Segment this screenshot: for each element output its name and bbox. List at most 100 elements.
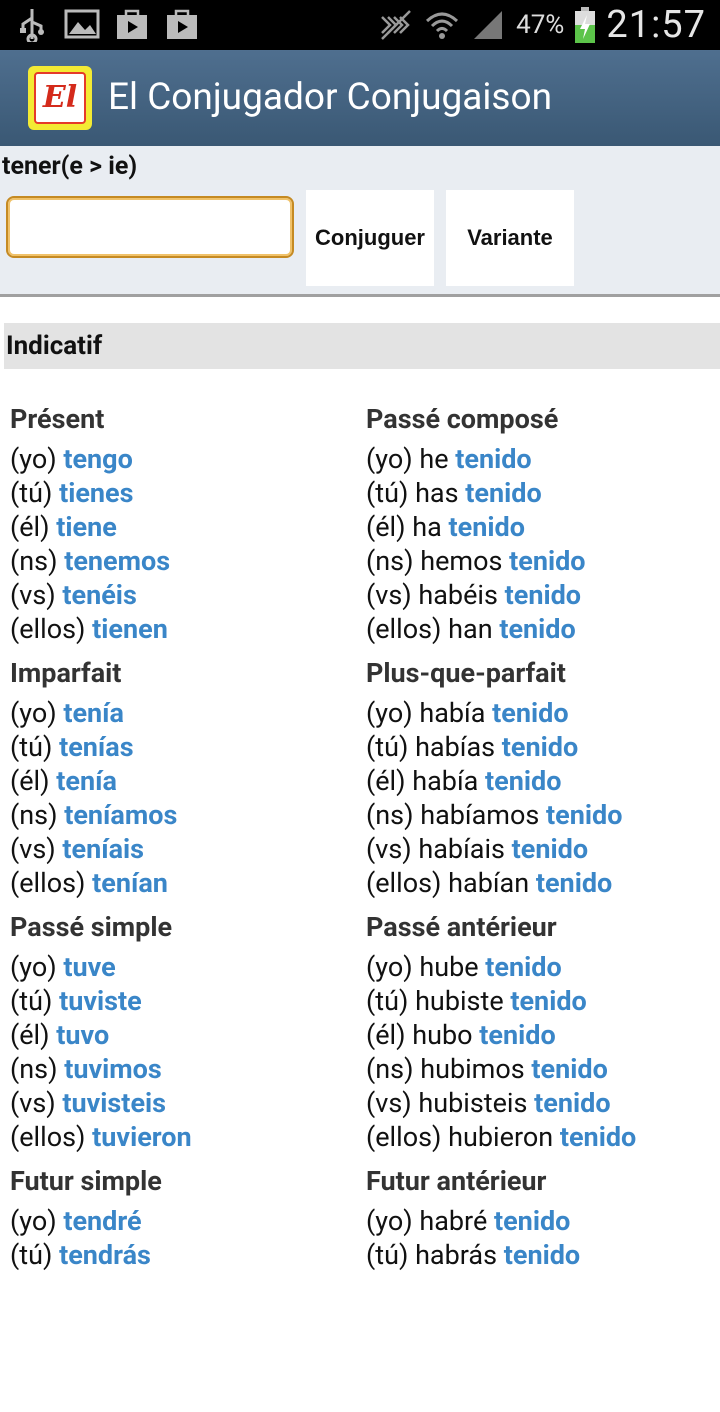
verb-form: tenido xyxy=(535,867,613,899)
pronoun: (ns) xyxy=(10,799,58,831)
auxiliary: habíamos xyxy=(420,799,540,831)
play-store-icon xyxy=(117,9,147,39)
conjugation-row: (vs) habíais tenido xyxy=(366,832,716,866)
pronoun: (él) xyxy=(366,765,406,797)
auxiliary: hubiste xyxy=(415,985,504,1017)
verb-form: tenido xyxy=(448,511,525,543)
pronoun: (tú) xyxy=(366,985,409,1017)
pronoun: (yo) xyxy=(366,951,413,983)
auxiliary: había xyxy=(412,765,479,797)
conjugation-row: (él) tiene xyxy=(10,510,360,544)
tense-title: Plus-que-parfait xyxy=(366,657,566,689)
verb-form: tenía xyxy=(63,697,124,729)
verb-form: tienen xyxy=(92,613,168,645)
status-bar: 47% 21:57 xyxy=(0,0,720,50)
conjugation-row: (yo) tenía xyxy=(10,696,360,730)
pronoun: (vs) xyxy=(366,1087,412,1119)
variant-button[interactable]: Variante xyxy=(446,190,574,286)
verb-form: tenido xyxy=(501,731,579,763)
tense-block: Imparfait (yo) tenía (tú) tenías (él) tenía… xyxy=(10,650,360,904)
tense-block: Plus-que-parfait (yo) había tenido (tú) ha… xyxy=(366,650,716,904)
tense-block: Futur simple (yo) tendré (tú) tendrás xyxy=(10,1158,360,1412)
conjugation-row: (ellos) habían tenido xyxy=(366,866,716,900)
verb-form: tenido xyxy=(534,1087,611,1119)
auxiliary: habían xyxy=(448,867,530,899)
auxiliary: habías xyxy=(415,731,496,763)
pronoun: (ns) xyxy=(366,799,414,831)
conjugation-row: (ns) hemos tenido xyxy=(366,544,716,578)
verb-form: tenido xyxy=(493,1205,571,1237)
action-bar: El El Conjugador Conjugaison xyxy=(0,50,720,146)
conjugation-row: (yo) tuve xyxy=(10,950,360,984)
conjugation-row: (ellos) tuvieron xyxy=(10,1120,360,1154)
verb-form: tenido xyxy=(465,477,542,509)
wifi-icon xyxy=(426,12,459,39)
auxiliary: habíais xyxy=(418,833,505,865)
conjugation-row: (ellos) tienen xyxy=(10,612,360,646)
verb-form: tenido xyxy=(559,1121,637,1153)
auxiliary: hemos xyxy=(420,545,503,577)
pronoun: (ellos) xyxy=(366,867,442,899)
app-logo[interactable]: El xyxy=(28,66,92,130)
verb-label: tener(e > ie) xyxy=(2,152,138,181)
auxiliary: hubo xyxy=(412,1019,473,1051)
verb-form: tenido xyxy=(503,1239,581,1271)
verb-form: tenido xyxy=(546,799,623,831)
tense-title: Présent xyxy=(10,403,105,435)
pronoun: (él) xyxy=(10,511,50,543)
verb-input[interactable] xyxy=(6,196,294,258)
pronoun: (vs) xyxy=(366,579,412,611)
pronoun: (ellos) xyxy=(10,613,86,645)
pronoun: (vs) xyxy=(10,833,56,865)
conjugation-row: (él) ha tenido xyxy=(366,510,716,544)
pronoun: (ns) xyxy=(10,1053,58,1085)
conjugation-row: (vs) habéis tenido xyxy=(366,578,716,612)
conjugation-row: (ellos) tenían xyxy=(10,866,360,900)
conjugation-row: (ns) tuvimos xyxy=(10,1052,360,1086)
pronoun: (tú) xyxy=(10,731,53,763)
pronoun: (ellos) xyxy=(10,867,86,899)
auxiliary: hubieron xyxy=(448,1121,554,1153)
verb-form: tenido xyxy=(485,951,562,983)
conjugation-row: (yo) había tenido xyxy=(366,696,716,730)
conjugation-row: (ellos) han tenido xyxy=(366,612,716,646)
pronoun: (yo) xyxy=(10,443,57,475)
tense-title: Passé composé xyxy=(366,403,559,435)
verb-form: tenido xyxy=(509,545,586,577)
pronoun: (yo) xyxy=(10,697,57,729)
verb-form: tenían xyxy=(92,867,168,899)
conjugation-row: (ns) teníamos xyxy=(10,798,360,832)
app-logo-text: El xyxy=(34,72,86,124)
conjugation-row: (tú) tuviste xyxy=(10,984,360,1018)
conjugation-row: (vs) hubisteis tenido xyxy=(366,1086,716,1120)
shopping-bag-icon xyxy=(167,9,197,39)
conjugation-row: (vs) tenéis xyxy=(10,578,360,612)
pronoun: (él) xyxy=(10,765,50,797)
conjugation-row: (tú) habías tenido xyxy=(366,730,716,764)
verb-form: tuviste xyxy=(59,985,142,1017)
pronoun: (tú) xyxy=(10,985,53,1017)
conjugation-row: (vs) tuvisteis xyxy=(10,1086,360,1120)
auxiliary: ha xyxy=(412,511,442,543)
auxiliary: he xyxy=(419,443,449,475)
conjugation-row: (vs) teníais xyxy=(10,832,360,866)
pronoun: (ns) xyxy=(366,545,414,577)
mood-header: Indicatif xyxy=(4,323,720,369)
verb-form: tenido xyxy=(510,985,587,1017)
tense-block: Passé antérieur (yo) hube tenido (tú) hubi… xyxy=(366,904,716,1158)
verb-form: tenemos xyxy=(64,545,171,577)
conjugate-button[interactable]: Conjuguer xyxy=(306,190,434,286)
verb-form: tendré xyxy=(63,1205,142,1237)
tense-block: Passé simple (yo) tuve (tú) tuviste (él) tu… xyxy=(10,904,360,1158)
auxiliary: habré xyxy=(419,1205,488,1237)
verb-form: tenía xyxy=(56,765,117,797)
verb-form: tuvieron xyxy=(92,1121,192,1153)
tense-title: Imparfait xyxy=(10,657,122,689)
notification-icons xyxy=(14,6,200,42)
conjugation-row: (tú) hubiste tenido xyxy=(366,984,716,1018)
pronoun: (tú) xyxy=(366,1239,409,1271)
tense-title: Futur simple xyxy=(10,1165,162,1197)
pronoun: (tú) xyxy=(10,477,53,509)
verb-form: tuvisteis xyxy=(62,1087,167,1119)
battery-percent: 47% xyxy=(516,10,565,40)
